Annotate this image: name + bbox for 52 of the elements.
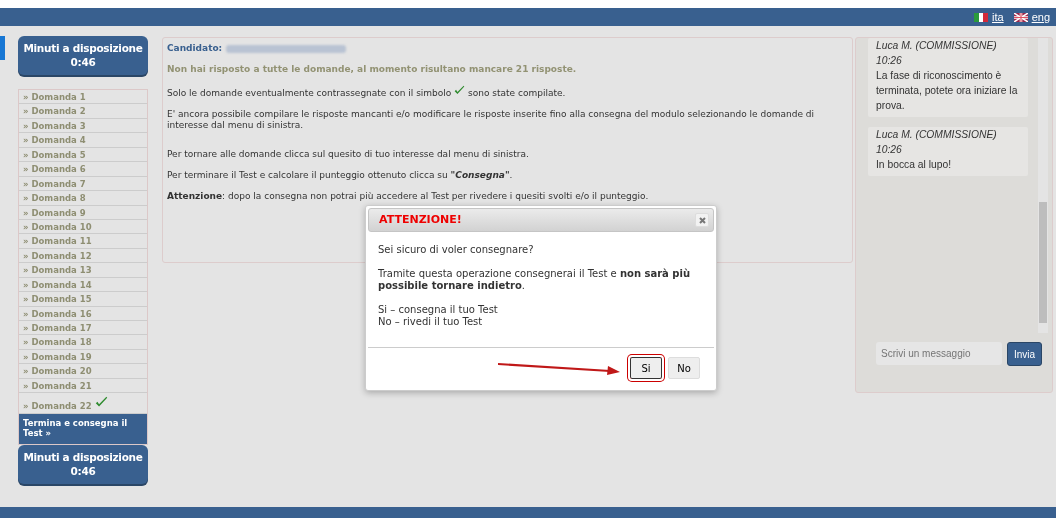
question-link[interactable]: » Domanda 6 [23,164,86,175]
send-button[interactable]: Invia [1007,342,1043,366]
question-link[interactable]: » Domanda 8 [23,193,86,204]
question-link[interactable]: » Domanda 20 [23,366,92,377]
question-link[interactable]: » Domanda 12 [23,250,92,261]
paragraph: Attenzione: dopo la consegna non potrai più accedere al Test per rivedere i quesiti svolti e/o il punteggio. [167,191,650,202]
question-link[interactable]: » Domanda 9 [23,207,86,218]
note-text: sono state compilate. [468,88,566,98]
language-link[interactable]: ita [992,8,1004,26]
language-link[interactable]: eng [1031,8,1050,26]
dialog-title: ATTENZIONE! [379,211,462,228]
paragraph: Per tornare alle domande clicca sul quesito di tuo interesse dal menu di sinistra. [167,149,530,160]
question-link[interactable]: » Domanda 17 [23,323,92,333]
dialog-text: Tramite questa operazione consegnerai il Test e non sarà più possibile tornare indietro. [378,268,692,292]
message-time: 10:26 [876,143,903,157]
question-link[interactable]: » Domanda 11 [23,236,92,247]
candidate-label: Candidato: [167,43,223,53]
question-link[interactable]: » Domanda 18 [23,337,92,348]
question-link[interactable]: » Domanda 19 [23,351,92,362]
question-link[interactable]: » Domanda 2 [23,106,86,117]
dialog-question: Sei sicuro di voler consegnare? [378,244,535,256]
message-text: La fase di riconoscimento è terminata, potete ora iniziare la prova. [876,69,1019,113]
question-link[interactable]: » Domanda 15 [23,294,92,305]
finish-test-button[interactable]: Termina e consegna il Test » [19,414,147,445]
question-link[interactable]: » Domanda 7 [23,178,86,189]
warning-text: Non hai risposto a tutte le domande, al momento risultano mancare 21 risposte. [167,64,578,75]
message-author: Luca M. (COMMISSIONE) [876,128,998,142]
question-link[interactable]: » Domanda 14 [23,279,92,290]
option-text: No – rivedi il tuo Test [378,316,484,328]
timer-label: Minuti a disposizione [22,41,144,55]
option-text: Si – consegna il tuo Test [378,304,499,316]
timer-value: 0:46 [69,464,97,479]
timer-label: Minuti a disposizione [22,450,144,465]
dialog-button[interactable]: Si [630,357,662,379]
paragraph: E' ancora possibile compilare le risposte mancanti e/o modificare le risposte inserite fino alla consegna del modulo selezionando le domande di interesse dal menu di sinistra. [167,109,816,131]
question-link[interactable]: » Domanda 3 [23,120,86,131]
question-link[interactable]: » Domanda 16 [23,308,92,319]
question-link[interactable]: » Domanda 1 [23,92,86,102]
question-link[interactable]: » Domanda 13 [23,265,92,276]
note-text: Solo le domande eventualmente contrassegnate con il simbolo [167,88,452,98]
paragraph: Per terminare il Test e calcolare il punteggio ottenuto clicca su "Consegna". [167,170,514,181]
timer-value: 0:46 [69,55,97,69]
message-field[interactable]: Scrivi un messaggio [876,342,1002,365]
message-text: In bocca al lupo! [876,158,952,172]
message-author: Luca M. (COMMISSIONE) [876,39,998,53]
dialog-button[interactable]: No [668,357,700,379]
question-link[interactable]: » Domanda 4 [23,135,86,146]
question-link[interactable]: » Domanda 10 [23,221,92,232]
message-time: 10:26 [876,54,903,68]
question-link[interactable]: » Domanda 22 [23,401,92,412]
question-link[interactable]: » Domanda 5 [23,149,86,160]
question-link[interactable]: » Domanda 21 [23,380,92,391]
